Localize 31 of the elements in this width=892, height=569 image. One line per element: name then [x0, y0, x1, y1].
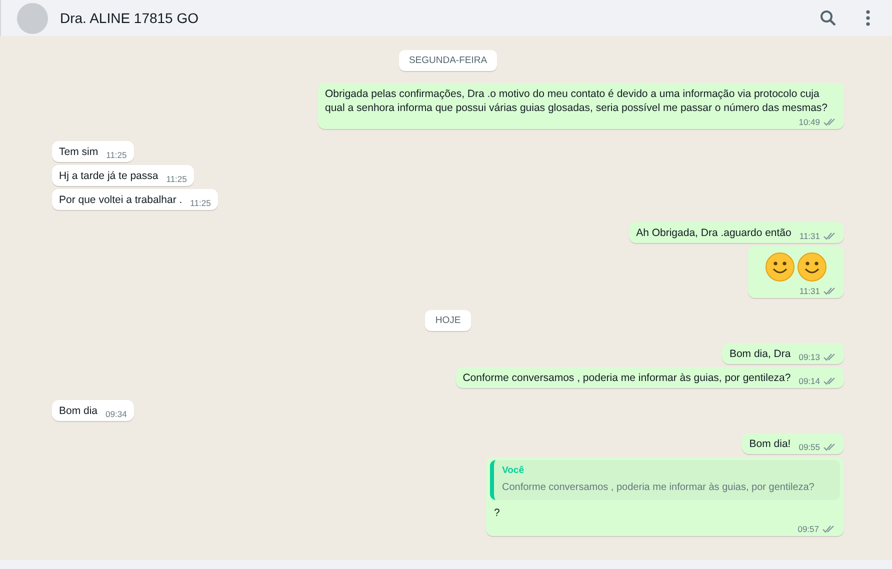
- message-time: 11:25: [106, 149, 127, 162]
- contact-name[interactable]: Dra. ALINE 17815 GO: [60, 10, 199, 26]
- message-time: 11:31: [799, 230, 820, 243]
- smiley-icon: [797, 252, 827, 282]
- message-text: Conforme conversamos , poderia me informar às guias, por gentileza?: [462, 371, 791, 385]
- message-time: 11:31: [799, 285, 820, 298]
- message-time: 09:13: [798, 351, 820, 364]
- message-time: 11:25: [166, 173, 187, 186]
- message-time: 10:49: [798, 116, 820, 129]
- search-icon[interactable]: [820, 10, 836, 26]
- message-text: Bom dia: [59, 404, 98, 418]
- message-time: 09:14: [798, 375, 820, 388]
- message-text: Bom dia!: [749, 437, 791, 451]
- quote-author: Você: [502, 464, 526, 478]
- date-chip: SEGUNDA-FEIRA: [398, 50, 498, 71]
- message-text: ?: [493, 506, 501, 520]
- message-text: Tem sim: [59, 145, 98, 159]
- message-text: Ah Obrigada, Dra .aguardo então: [636, 226, 792, 240]
- message-time: 09:34: [106, 408, 127, 421]
- message-text: Por que voltei a trabalhar .: [59, 193, 182, 207]
- menu-icon[interactable]: [866, 10, 870, 26]
- date-chip: HOJE: [425, 310, 471, 331]
- message-time: 09:57: [798, 523, 819, 536]
- quote-text: Conforme conversamos , poderia me informar às guias, por gentileza?: [502, 481, 816, 495]
- message-text: Bom dia, Dra: [729, 347, 791, 361]
- message-time: 09:55: [798, 441, 820, 454]
- smiley-icon: [765, 252, 795, 282]
- quoted-message[interactable]: Você Conforme conversamos , poderia me informar às guias, por gentileza?: [490, 460, 840, 500]
- message-time: 11:25: [190, 197, 211, 210]
- message-text: Hj a tarde já te passa: [59, 169, 158, 183]
- message-text: Obrigada pelas confirmações, Dra .o motivo do meu contato é devido a uma informação via protocolo cuja qual a senhora informa que possui várias guias glosadas, seria possível me passar o número das mesmas?: [325, 87, 829, 115]
